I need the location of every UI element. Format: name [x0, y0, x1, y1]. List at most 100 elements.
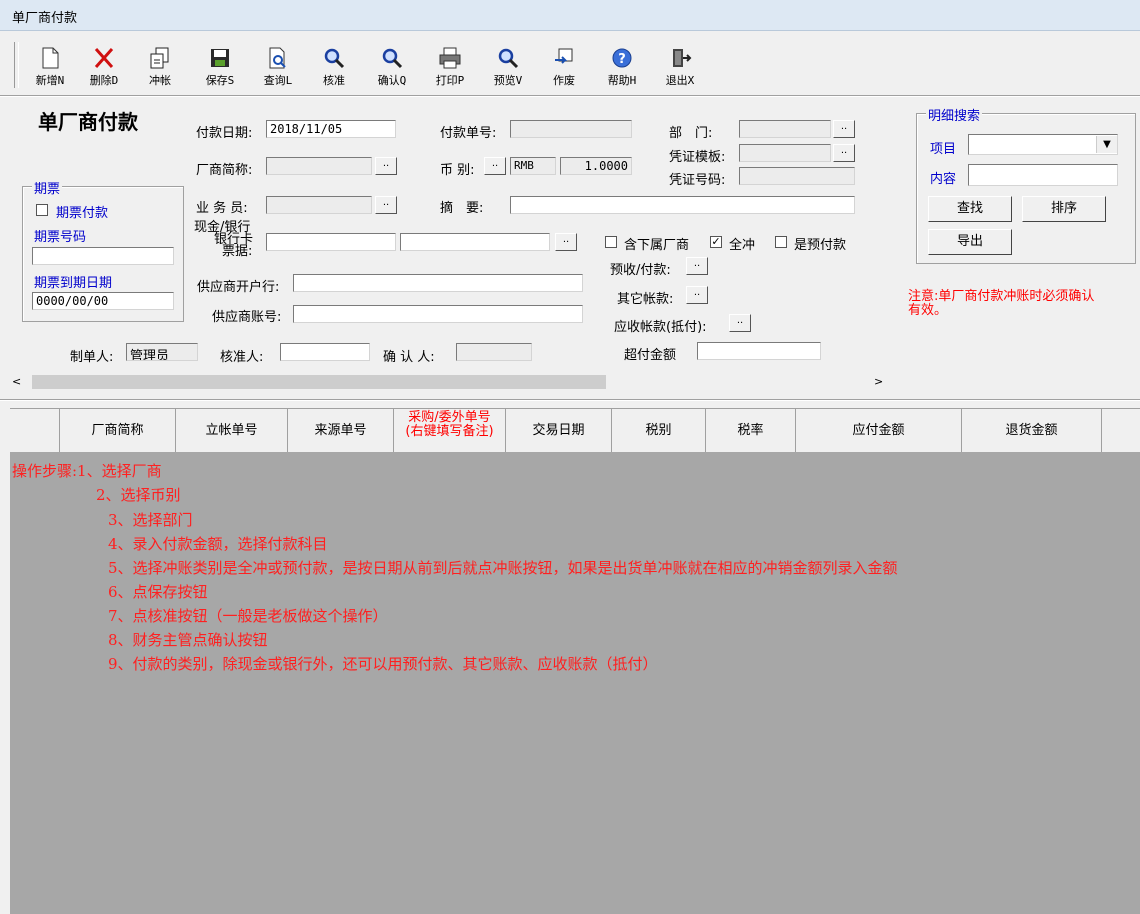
find-button[interactable]: 查找: [928, 196, 1012, 222]
search-content-input[interactable]: [968, 164, 1118, 186]
preview-button-label: 预览V: [493, 74, 523, 87]
bank-acct-field[interactable]: [293, 305, 583, 323]
toolbar-divider: [0, 95, 1140, 97]
save-button[interactable]: 保存S: [194, 46, 246, 92]
col-source-no[interactable]: 来源单号: [288, 409, 394, 453]
exit-button-label: 退出X: [665, 74, 695, 87]
prepay-checkbox[interactable]: [775, 236, 787, 248]
void-icon: [555, 48, 573, 64]
search-item-label: 项目: [930, 142, 957, 157]
step-1: 操作步骤:1、选择厂商: [12, 462, 162, 480]
confirmer-field[interactable]: [456, 343, 532, 361]
approve-button[interactable]: 核准: [308, 46, 360, 92]
scroll-thumb[interactable]: [32, 375, 606, 389]
staff-browse-button[interactable]: ..: [375, 196, 397, 214]
voucher-no-field[interactable]: [739, 167, 855, 185]
pay-date-field[interactable]: 2018/11/05: [266, 120, 396, 138]
query-button[interactable]: 查询L: [252, 46, 304, 92]
exit-button[interactable]: 退出X: [654, 46, 706, 92]
currency-label: 币 别:: [440, 163, 475, 178]
toolbar: 新增N 删除D 冲帐 保存S 查询L 核准 确认Q 打印P 预览V 作废 ? 帮…: [10, 38, 1140, 94]
step-9: 9、付款的类别，除现金或银行外，还可以用预付款、其它账款、应收账款（抵付）: [108, 655, 658, 673]
promissory-number-field[interactable]: [32, 247, 174, 265]
promissory-due-label: 期票到期日期: [34, 276, 113, 291]
pay-no-field[interactable]: [510, 120, 632, 138]
grid-header: 厂商简称 立帐单号 来源单号 采购/委外单号 (右键填写备注) 交易日期 税别 …: [10, 408, 1140, 454]
scroll-right-arrow[interactable]: >: [874, 375, 883, 388]
col-purchase-no[interactable]: 采购/委外单号 (右键填写备注): [394, 409, 506, 453]
confirm-button[interactable]: 确认Q: [366, 46, 418, 92]
query-button-label: 查询L: [263, 74, 293, 87]
col-vendor[interactable]: 厂商简称: [60, 409, 176, 453]
staff-field[interactable]: [266, 196, 372, 214]
col-return[interactable]: 退货金额: [962, 409, 1102, 453]
delete-button[interactable]: 删除D: [78, 46, 130, 92]
currency-field[interactable]: RMB: [510, 157, 556, 175]
col-tax-rate[interactable]: 税率: [706, 409, 796, 453]
exchange-rate-field[interactable]: 1.0000: [560, 157, 632, 175]
dept-field[interactable]: [739, 120, 831, 138]
voucher-no-label: 凭证号码:: [669, 173, 726, 188]
void-button[interactable]: 作废: [538, 46, 590, 92]
col-trade-date[interactable]: 交易日期: [506, 409, 612, 453]
offset-notice-line1: 注意:单厂商付款冲账时必须确认: [908, 289, 1095, 304]
overpay-field[interactable]: [697, 342, 821, 360]
new-doc-icon: [42, 47, 59, 69]
offset-button-label: 冲帐: [149, 74, 171, 87]
chevron-down-icon[interactable]: ▼: [1096, 136, 1117, 153]
incl-sub-label: 含下属厂商: [624, 238, 690, 253]
bank-open-field[interactable]: [293, 274, 583, 292]
new-button[interactable]: 新增N: [24, 46, 76, 92]
voucher-tpl-field[interactable]: [739, 144, 831, 162]
help-button[interactable]: ? 帮助H: [596, 46, 648, 92]
col-account-no[interactable]: 立帐单号: [176, 409, 288, 453]
approver-field[interactable]: [280, 343, 370, 361]
bank-open-label: 供应商开户行:: [197, 280, 280, 295]
export-button[interactable]: 导出: [928, 229, 1012, 255]
bill-label: 票据:: [222, 244, 253, 259]
full-offset-checkbox[interactable]: ✓: [710, 236, 722, 248]
search-content-label: 内容: [930, 172, 957, 187]
bank-acct-label: 供应商账号:: [212, 310, 282, 325]
prepay-browse-button[interactable]: ..: [686, 257, 708, 275]
maker-label: 制单人:: [70, 350, 114, 365]
other-label: 其它帐款:: [617, 292, 674, 307]
scroll-left-arrow[interactable]: <: [12, 375, 21, 388]
form-horizontal-scrollbar[interactable]: < >: [10, 373, 888, 391]
preview-button[interactable]: 预览V: [482, 46, 534, 92]
currency-browse-button[interactable]: ..: [484, 157, 506, 175]
receivable-label: 应收帐款(抵付):: [614, 320, 707, 335]
bank-card-field[interactable]: [400, 233, 550, 251]
vendor-browse-button[interactable]: ..: [375, 157, 397, 175]
svg-text:?: ?: [618, 52, 626, 67]
confirmer-label: 确 认 人:: [383, 350, 435, 365]
incl-sub-checkbox[interactable]: [605, 236, 617, 248]
col-payable[interactable]: 应付金额: [796, 409, 962, 453]
step-8: 8、财务主管点确认按钮: [108, 631, 268, 649]
voucher-tpl-browse-button[interactable]: ..: [833, 144, 855, 162]
voucher-tpl-label: 凭证模板:: [669, 150, 726, 165]
promissory-group-title: 期票: [32, 178, 63, 197]
copy-icon: [150, 47, 169, 69]
sort-button[interactable]: 排序: [1022, 196, 1106, 222]
step-2: 2、选择币别: [96, 486, 181, 504]
window-titlebar: 单厂商付款: [0, 0, 1140, 31]
offset-button[interactable]: 冲帐: [134, 46, 186, 92]
cash-bank-field[interactable]: [266, 233, 396, 251]
print-button[interactable]: 打印P: [424, 46, 476, 92]
vendor-field[interactable]: [266, 157, 372, 175]
dept-browse-button[interactable]: ..: [833, 120, 855, 138]
memo-label: 摘 要:: [440, 201, 484, 216]
print-button-label: 打印P: [435, 74, 465, 87]
promissory-due-field[interactable]: 0000/00/00: [32, 292, 174, 310]
offset-notice-line2: 有效。: [908, 303, 948, 318]
memo-field[interactable]: [510, 196, 855, 214]
other-browse-button[interactable]: ..: [686, 286, 708, 304]
promissory-pay-checkbox[interactable]: [36, 204, 48, 216]
magnifier-icon: [324, 48, 345, 69]
col-tax-type[interactable]: 税别: [612, 409, 706, 453]
receivable-browse-button[interactable]: ..: [729, 314, 751, 332]
bank-browse-button[interactable]: ..: [555, 233, 577, 251]
toolbar-grip: [14, 42, 19, 88]
offset-notice: 注意:单厂商付款冲账时必须确认 有效。: [908, 290, 1094, 318]
